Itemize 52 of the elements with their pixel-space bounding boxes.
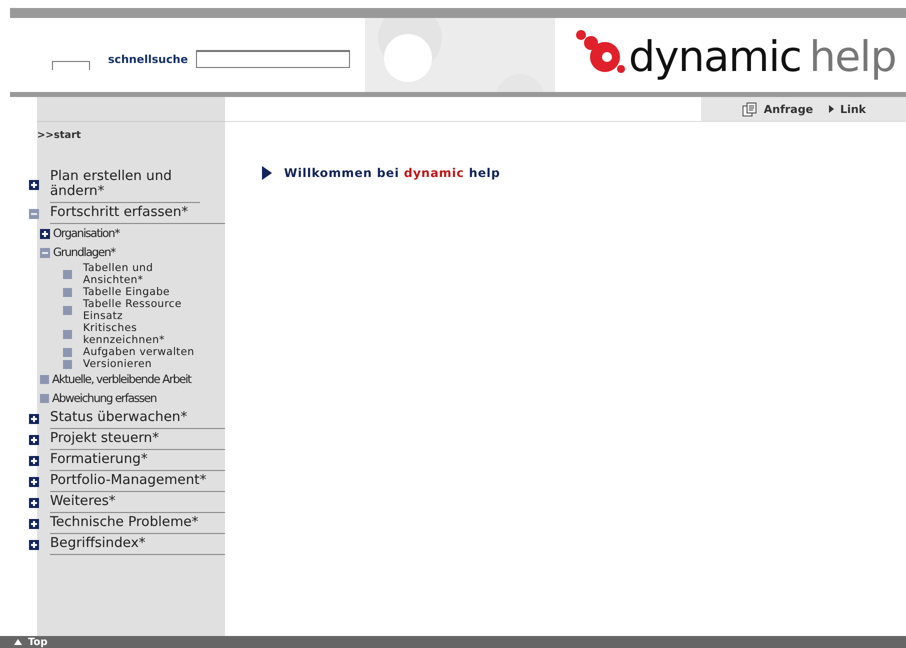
toolbar-link[interactable]: Anfrage bbox=[764, 102, 814, 116]
nav-item[interactable]: Versionieren bbox=[83, 358, 152, 370]
breadcrumb[interactable]: >>start bbox=[37, 130, 225, 141]
welcome-heading: Willkommen bei dynamic help bbox=[284, 166, 500, 180]
plus-icon[interactable] bbox=[29, 498, 39, 508]
document-icon bbox=[742, 102, 758, 116]
up-arrow-icon bbox=[14, 639, 22, 645]
square-icon bbox=[63, 360, 72, 368]
square-icon bbox=[63, 306, 72, 314]
plus-icon[interactable] bbox=[29, 180, 39, 190]
nav-item[interactable]: Grundlagen* bbox=[53, 246, 116, 259]
top-link[interactable]: Top bbox=[14, 636, 48, 648]
nav-item[interactable]: Technische Probleme* bbox=[50, 513, 225, 534]
square-icon bbox=[40, 375, 49, 384]
nav-item[interactable]: Tabellen und Ansichten* bbox=[83, 262, 201, 286]
square-icon bbox=[63, 288, 72, 296]
nav-item[interactable]: Tabelle Eingabe bbox=[83, 286, 170, 298]
square-icon bbox=[63, 348, 72, 356]
minus-icon[interactable] bbox=[29, 208, 39, 218]
plus-icon[interactable] bbox=[29, 456, 39, 466]
square-icon bbox=[40, 394, 49, 403]
nav-item[interactable]: Status überwachen* bbox=[50, 408, 225, 429]
logo-icon bbox=[574, 29, 625, 75]
plus-icon[interactable] bbox=[29, 414, 39, 424]
square-icon bbox=[63, 330, 72, 338]
logo-text: dynamic bbox=[628, 32, 802, 81]
logo-text: help bbox=[809, 32, 896, 81]
nav-item[interactable]: Aktuelle, verbleibende Arbeit bbox=[52, 373, 191, 386]
nav-item[interactable]: Fortschritt erfassen* bbox=[50, 203, 225, 224]
nav-item[interactable]: Projekt steuern* bbox=[50, 429, 225, 450]
nav-item[interactable]: Kritisches kennzeichnen* bbox=[83, 322, 201, 346]
plus-icon[interactable] bbox=[29, 518, 39, 528]
nav-item[interactable]: Tabelle Ressource Einsatz bbox=[83, 298, 201, 322]
nav-item[interactable]: Portfolio-Management* bbox=[50, 471, 225, 492]
plus-icon[interactable] bbox=[29, 540, 39, 550]
search-label: schnellsuche bbox=[108, 52, 188, 66]
triangle-icon bbox=[262, 166, 272, 180]
nav-item[interactable]: Begriffsindex* bbox=[50, 534, 225, 555]
toolbar-link[interactable]: Link bbox=[840, 102, 866, 116]
bracket-line bbox=[52, 60, 90, 70]
search-field[interactable] bbox=[196, 50, 350, 68]
plus-icon[interactable] bbox=[29, 434, 39, 444]
nav-item[interactable]: Formatierung* bbox=[50, 450, 225, 471]
nav-item[interactable]: Aufgaben verwalten bbox=[83, 346, 194, 358]
arrow-icon bbox=[829, 105, 834, 113]
nav-item[interactable]: Abweichung erfassen bbox=[52, 392, 156, 405]
plus-icon[interactable] bbox=[40, 228, 50, 238]
nav-item[interactable]: Plan erstellen und ändern* bbox=[50, 167, 200, 203]
square-icon bbox=[63, 270, 72, 278]
plus-icon[interactable] bbox=[29, 476, 39, 486]
nav-item[interactable]: Organisation* bbox=[53, 227, 120, 240]
nav-item[interactable]: Weiteres* bbox=[50, 492, 225, 513]
